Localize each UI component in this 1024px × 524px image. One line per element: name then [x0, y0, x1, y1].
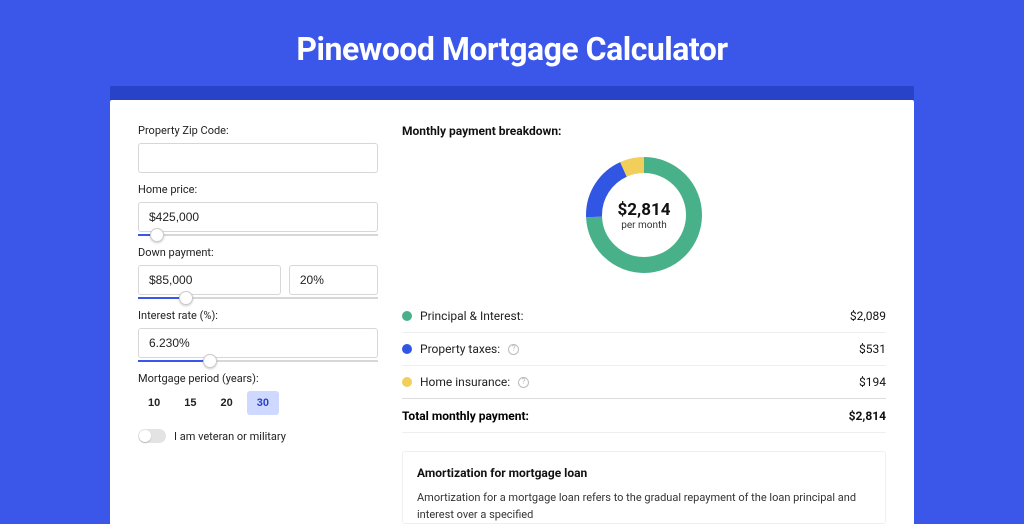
inputs-column: Property Zip Code: Home price: Down paym… — [138, 124, 378, 524]
field-period: Mortgage period (years): 10152030 — [138, 372, 378, 415]
toggle-knob — [139, 430, 151, 442]
field-zip: Property Zip Code: — [138, 124, 378, 173]
donut-amount: $2,814 — [618, 200, 671, 220]
input-down-payment-pct[interactable] — [289, 265, 378, 295]
toggle-veteran[interactable] — [138, 429, 166, 443]
legend-dot — [402, 311, 412, 321]
amortization-title: Amortization for mortgage loan — [417, 466, 871, 480]
legend-value: $194 — [859, 375, 886, 389]
calculator-card: Property Zip Code: Home price: Down paym… — [110, 100, 914, 524]
legend-label: Home insurance: — [420, 375, 510, 389]
label-zip: Property Zip Code: — [138, 124, 378, 137]
label-down-payment: Down payment: — [138, 246, 378, 259]
info-icon[interactable]: ? — [518, 377, 529, 388]
label-interest: Interest rate (%): — [138, 309, 378, 322]
total-row: Total monthly payment: $2,814 — [402, 398, 886, 433]
legend-value: $531 — [859, 342, 886, 356]
card-shadow: Property Zip Code: Home price: Down paym… — [110, 86, 914, 524]
donut-chart: $2,814 per month — [581, 152, 707, 278]
legend-label: Principal & Interest: — [420, 309, 524, 323]
slider-interest[interactable] — [138, 360, 378, 362]
legend-row: Home insurance:? $194 — [402, 366, 886, 398]
legend-value: $2,089 — [850, 309, 886, 323]
period-option-15[interactable]: 15 — [174, 391, 206, 415]
donut-sub: per month — [621, 220, 667, 231]
label-home-price: Home price: — [138, 183, 378, 196]
field-interest: Interest rate (%): — [138, 309, 378, 362]
page-title: Pinewood Mortgage Calculator — [0, 0, 1024, 86]
slider-down-payment[interactable] — [138, 297, 378, 299]
breakdown-column: Monthly payment breakdown: $2,814 per mo… — [402, 124, 886, 524]
donut-chart-wrap: $2,814 per month — [402, 152, 886, 278]
legend-row: Principal & Interest: $2,089 — [402, 300, 886, 333]
input-zip[interactable] — [138, 143, 378, 173]
field-home-price: Home price: — [138, 183, 378, 236]
legend-row: Property taxes:? $531 — [402, 333, 886, 366]
info-icon[interactable]: ? — [508, 344, 519, 355]
legend-dot — [402, 344, 412, 354]
label-veteran: I am veteran or military — [174, 430, 286, 443]
input-down-payment-amount[interactable] — [138, 265, 281, 295]
slider-thumb-interest[interactable] — [203, 354, 217, 368]
field-down-payment: Down payment: — [138, 246, 378, 299]
slider-home-price[interactable] — [138, 234, 378, 236]
legend-dot — [402, 377, 412, 387]
amortization-card: Amortization for mortgage loan Amortizat… — [402, 451, 886, 524]
total-value: $2,814 — [849, 409, 886, 423]
breakdown-title: Monthly payment breakdown: — [402, 124, 886, 138]
period-option-10[interactable]: 10 — [138, 391, 170, 415]
slider-thumb-home-price[interactable] — [150, 228, 164, 242]
legend-label: Property taxes: — [420, 342, 500, 356]
period-option-30[interactable]: 30 — [247, 391, 279, 415]
slider-thumb-down-payment[interactable] — [179, 291, 193, 305]
amortization-body: Amortization for a mortgage loan refers … — [417, 490, 871, 523]
input-home-price[interactable] — [138, 202, 378, 232]
field-veteran: I am veteran or military — [138, 429, 378, 443]
total-label: Total monthly payment: — [402, 409, 529, 423]
label-period: Mortgage period (years): — [138, 372, 378, 385]
input-interest[interactable] — [138, 328, 378, 358]
period-option-20[interactable]: 20 — [211, 391, 243, 415]
